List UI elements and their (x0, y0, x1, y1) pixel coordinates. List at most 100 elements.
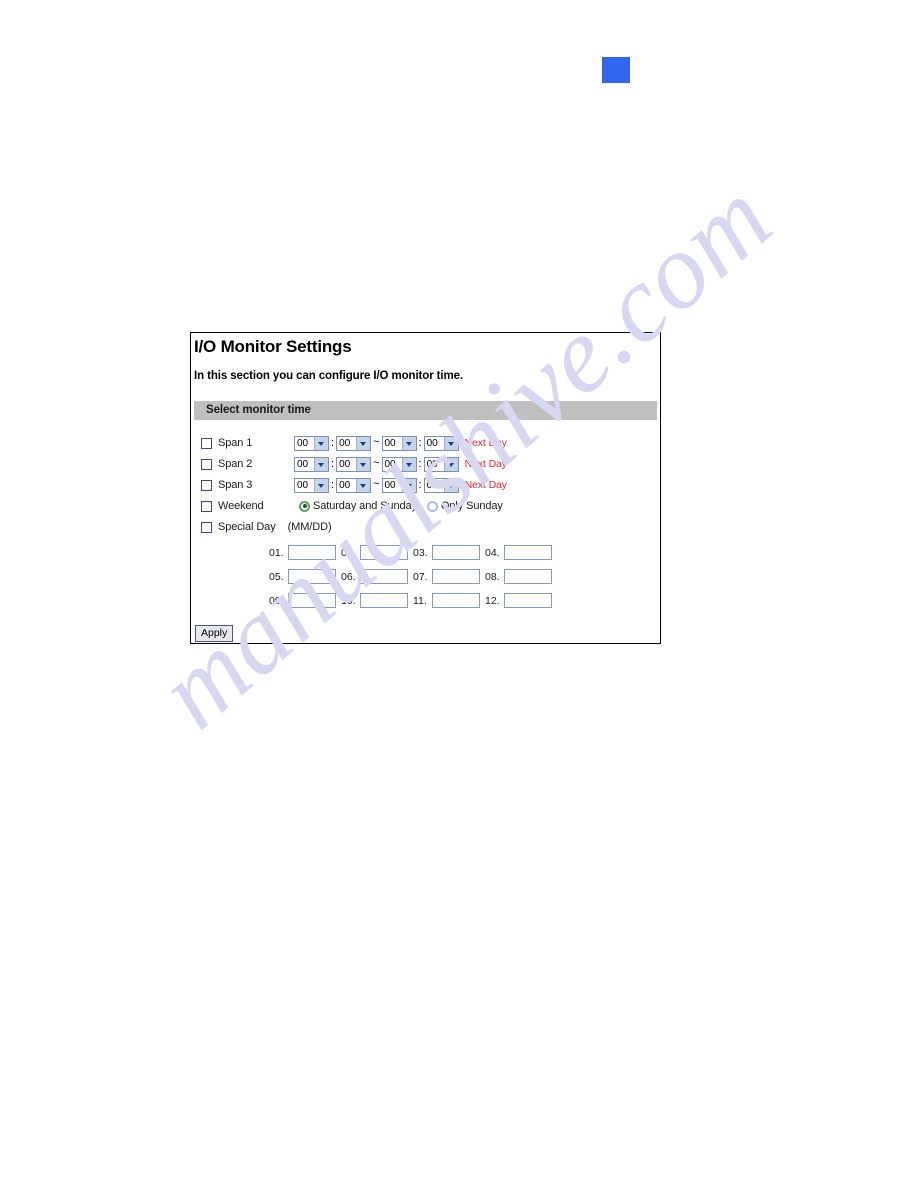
apply-button[interactable]: Apply (195, 625, 234, 642)
special-day-cell-09: 09. (269, 593, 336, 608)
span-1-start-minute-select[interactable]: 00 (336, 435, 372, 451)
special-day-input-02[interactable] (360, 545, 408, 560)
chevron-down-icon (314, 436, 328, 450)
span-row-3: Span 3 00 : 00 ~ 00 : 00 Next Day (191, 475, 660, 495)
span-2-end-minute-select[interactable]: 00 (423, 456, 459, 472)
special-day-input-06[interactable] (360, 569, 408, 584)
span-2-start-minute-select[interactable]: 00 (336, 456, 372, 472)
special-day-number-09: 09. (269, 594, 284, 607)
span-row-2: Span 2 00 : 00 ~ 00 : 00 Next Day (191, 454, 660, 474)
chevron-down-icon (356, 457, 371, 471)
special-day-cell-06: 06. (341, 569, 408, 584)
span-1-end-minute-select[interactable]: 00 (423, 435, 459, 451)
special-day-cell-03: 03. (413, 545, 480, 560)
special-day-cell-05: 05. (269, 569, 336, 584)
span-2-end-hour-value: 00 (384, 458, 396, 470)
span-2-start-hour-select[interactable]: 00 (294, 456, 329, 472)
special-day-grid-row: 05. 06. 07. 08. (269, 569, 660, 584)
chevron-down-icon (443, 436, 458, 450)
span-1-end-hour-value: 00 (384, 437, 396, 449)
time-range-separator: ~ (373, 435, 380, 448)
special-day-number-04: 04. (485, 546, 500, 559)
span-3-start-hour-value: 00 (297, 479, 309, 491)
special-day-input-10[interactable] (360, 593, 408, 608)
apply-button-container: Apply (195, 623, 234, 642)
span-1-end-hour-select[interactable]: 00 (381, 435, 417, 451)
special-day-number-02: 02. (341, 546, 356, 559)
span-1-next-day-label: Next Day (464, 437, 507, 449)
chevron-down-icon (356, 436, 371, 450)
span-3-end-minute-select[interactable]: 00 (423, 477, 459, 493)
special-day-cell-04: 04. (485, 545, 552, 560)
special-day-number-01: 01. (269, 546, 284, 559)
special-day-input-01[interactable] (288, 545, 336, 560)
chevron-down-icon (314, 457, 328, 471)
span-2-next-day-label: Next Day (464, 458, 507, 470)
span-3-end-minute-value: 00 (426, 479, 438, 491)
special-day-input-12[interactable] (504, 593, 552, 608)
time-colon-separator: : (331, 436, 335, 449)
special-day-cell-10: 10. (341, 593, 408, 608)
special-day-number-12: 12. (485, 594, 500, 607)
chevron-down-icon (356, 478, 371, 492)
time-colon-separator: : (418, 457, 422, 470)
radio-saturday-and-sunday[interactable] (299, 500, 310, 512)
special-day-number-11: 11. (413, 594, 427, 607)
span-2-start-minute-value: 00 (339, 458, 351, 470)
blue-square-marker (602, 57, 630, 83)
special-day-number-10: 10. (341, 594, 356, 607)
span-2-checkbox[interactable] (201, 458, 212, 470)
radio-saturday-and-sunday-label: Saturday and Sunday (313, 500, 417, 512)
special-day-row: Special Day (MM/DD) (191, 517, 660, 537)
special-day-input-05[interactable] (288, 569, 336, 584)
special-day-format-hint: (MM/DD) (287, 521, 332, 533)
weekend-radio-group: Saturday and Sunday Only Sunday (299, 500, 513, 512)
special-day-grid: 01. 02. 03. 04. 05. 06. 07. 08. 09. 10. … (191, 545, 660, 608)
special-day-input-07[interactable] (432, 569, 480, 584)
special-day-input-11[interactable] (432, 593, 480, 608)
time-range-separator: ~ (373, 477, 380, 490)
special-day-grid-row: 09. 10. 11. 12. (269, 593, 660, 608)
chevron-down-icon (401, 478, 416, 492)
span-3-start-hour-select[interactable]: 00 (294, 477, 329, 493)
weekend-row: Weekend Saturday and Sunday Only Sunday (191, 496, 660, 516)
time-colon-separator: : (418, 436, 422, 449)
time-colon-separator: : (331, 478, 335, 491)
special-day-input-04[interactable] (504, 545, 552, 560)
special-day-cell-11: 11. (413, 593, 480, 608)
page-description: In this section you can configure I/O mo… (194, 370, 464, 382)
span-3-next-day-label: Next Day (464, 479, 507, 491)
span-3-checkbox[interactable] (201, 479, 212, 491)
page-title: I/O Monitor Settings (194, 337, 352, 356)
span-2-label: Span 2 (218, 458, 253, 470)
monitor-time-form: Span 1 00 : 00 ~ 00 : 00 Next Day Span 2… (191, 433, 660, 617)
special-day-input-08[interactable] (504, 569, 552, 584)
span-3-start-minute-select[interactable]: 00 (336, 477, 372, 493)
span-row-1: Span 1 00 : 00 ~ 00 : 00 Next Day (191, 433, 660, 453)
span-3-end-hour-select[interactable]: 00 (381, 477, 417, 493)
special-day-input-03[interactable] (432, 545, 480, 560)
span-1-start-minute-value: 00 (339, 437, 351, 449)
section-header-label: Select monitor time (206, 404, 311, 416)
time-colon-separator: : (331, 457, 335, 470)
special-day-number-06: 06. (341, 570, 356, 583)
span-1-start-hour-select[interactable]: 00 (294, 435, 329, 451)
special-day-cell-07: 07. (413, 569, 480, 584)
special-day-label: Special Day (218, 521, 276, 533)
special-day-cell-08: 08. (485, 569, 552, 584)
radio-only-sunday[interactable] (426, 500, 438, 512)
span-2-end-minute-value: 00 (426, 458, 438, 470)
time-range-separator: ~ (373, 456, 380, 469)
special-day-input-09[interactable] (288, 593, 336, 608)
special-day-cell-01: 01. (269, 545, 336, 560)
special-day-number-08: 08. (485, 570, 500, 583)
weekend-checkbox[interactable] (201, 500, 212, 512)
span-2-end-hour-select[interactable]: 00 (381, 456, 417, 472)
special-day-number-05: 05. (269, 570, 284, 583)
span-1-checkbox[interactable] (201, 437, 212, 449)
chevron-down-icon (401, 436, 416, 450)
span-3-start-minute-value: 00 (339, 479, 351, 491)
special-day-checkbox[interactable] (201, 521, 212, 533)
span-3-label: Span 3 (218, 479, 253, 491)
weekend-label: Weekend (218, 500, 264, 512)
